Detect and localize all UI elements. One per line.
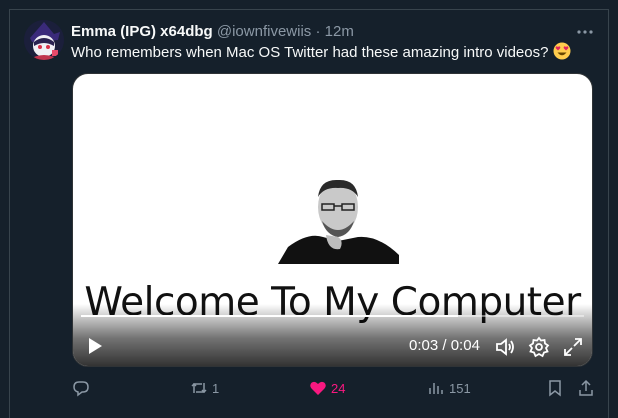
reply-button[interactable] bbox=[72, 377, 94, 399]
settings-icon[interactable] bbox=[528, 336, 550, 358]
retweet-count: 1 bbox=[212, 380, 220, 396]
video-progress-bar[interactable] bbox=[81, 315, 584, 317]
video-portrait-image bbox=[278, 177, 399, 264]
more-icon[interactable] bbox=[575, 22, 595, 42]
tweet-text: Who remembers when Mac OS Twitter had th… bbox=[71, 42, 571, 66]
separator-dot: · bbox=[315, 23, 321, 40]
reply-icon bbox=[73, 381, 89, 397]
retweet-button[interactable]: 1 bbox=[190, 377, 219, 399]
fullscreen-icon[interactable] bbox=[562, 336, 584, 358]
analytics-icon bbox=[429, 383, 443, 394]
bookmark-icon bbox=[549, 380, 561, 397]
video-progress-fill bbox=[81, 315, 459, 317]
views-button[interactable]: 151 bbox=[427, 377, 471, 399]
retweet-icon bbox=[191, 382, 207, 394]
avatar-image bbox=[24, 20, 64, 60]
views-count: 151 bbox=[449, 380, 471, 396]
video-timer: 0:03 / 0:04 bbox=[409, 337, 480, 354]
duration: 0:04 bbox=[450, 337, 480, 354]
play-icon[interactable] bbox=[85, 336, 105, 356]
avatar[interactable] bbox=[24, 20, 64, 60]
tweet-header: Emma (IPG) x64dbg @iownfivewiis · 12m bbox=[71, 22, 354, 42]
bookmark-button[interactable] bbox=[546, 377, 564, 399]
share-button[interactable] bbox=[577, 377, 595, 399]
time-separator: / bbox=[442, 337, 447, 354]
heart-eyes-emoji-icon bbox=[553, 42, 571, 66]
tweet-text-content: Who remembers when Mac OS Twitter had th… bbox=[71, 44, 549, 61]
author-name[interactable]: Emma (IPG) x64dbg bbox=[71, 23, 213, 40]
share-icon bbox=[579, 379, 593, 396]
volume-icon[interactable] bbox=[494, 336, 516, 358]
like-button[interactable]: 24 bbox=[309, 377, 345, 399]
video-player[interactable]: Welcome To My Computer 0:03 / 0:04 bbox=[72, 73, 593, 367]
heart-icon bbox=[310, 381, 326, 395]
tweet-time[interactable]: 12m bbox=[325, 23, 354, 40]
author-handle[interactable]: @iownfivewiis bbox=[217, 23, 311, 40]
current-time: 0:03 bbox=[409, 337, 439, 354]
like-count: 24 bbox=[331, 380, 346, 396]
